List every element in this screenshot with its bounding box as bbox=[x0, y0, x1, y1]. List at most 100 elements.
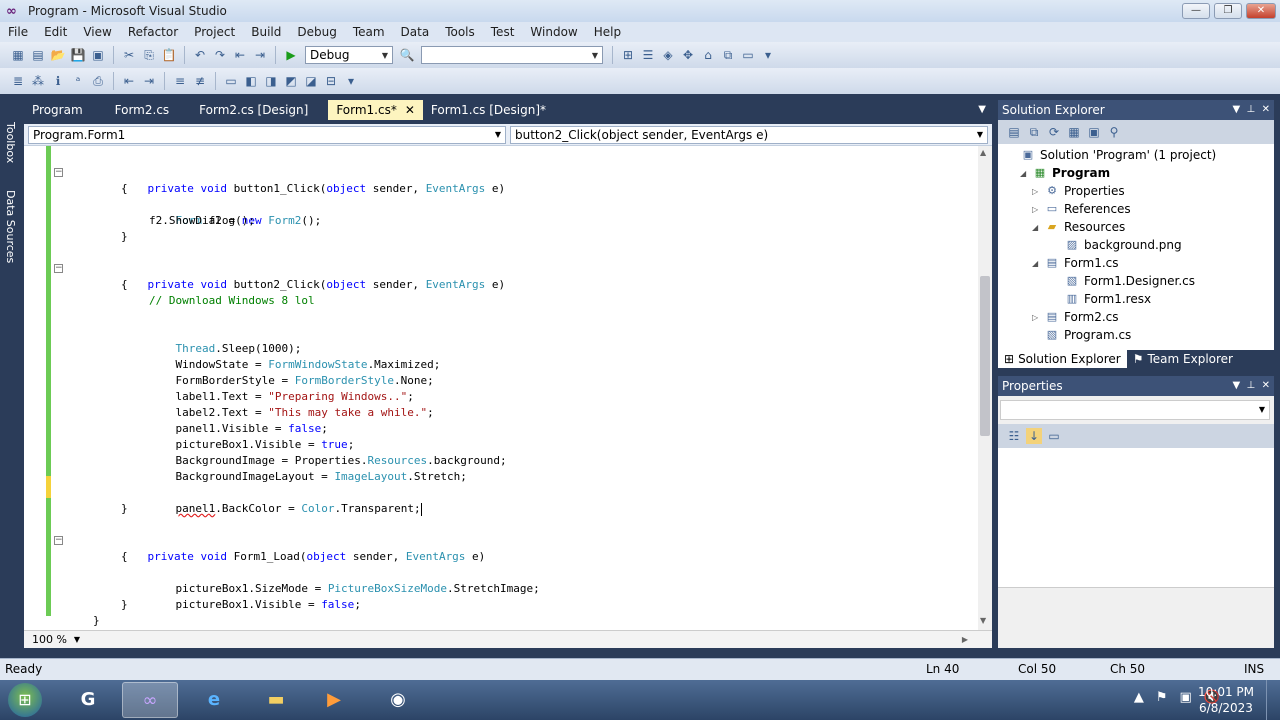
paste-icon[interactable]: 📋 bbox=[161, 47, 177, 63]
word-completion-icon[interactable]: ᵃ bbox=[70, 73, 86, 89]
next-bookmark-in-folder-icon[interactable]: ◪ bbox=[303, 73, 319, 89]
save-all-icon[interactable]: ▣ bbox=[90, 47, 106, 63]
menu-window[interactable]: Window bbox=[522, 25, 585, 39]
extension-manager-icon[interactable]: ⧉ bbox=[720, 47, 736, 63]
network-icon[interactable]: ▣ bbox=[1180, 690, 1192, 705]
tree-item[interactable]: ◢ ▰ Resources bbox=[1032, 218, 1125, 236]
toolbox-icon[interactable]: ✥ bbox=[680, 47, 696, 63]
copy-icon[interactable]: ⎘ bbox=[141, 47, 157, 63]
tree-item[interactable]: ▧ Program.cs bbox=[1032, 326, 1132, 344]
comment-lines-icon[interactable]: ≡ bbox=[172, 73, 188, 89]
show-desktop-button[interactable] bbox=[1266, 680, 1280, 720]
properties-icon[interactable]: ▤ bbox=[1006, 124, 1022, 140]
tab-program[interactable]: Program bbox=[24, 100, 91, 120]
previous-bookmark-icon[interactable]: ◧ bbox=[243, 73, 259, 89]
toolbox-tab[interactable]: Toolbox bbox=[3, 122, 17, 163]
start-debugging-icon[interactable]: ▶ bbox=[283, 47, 299, 63]
navigate-backward-icon[interactable]: ⇤ bbox=[232, 47, 248, 63]
menu-view[interactable]: View bbox=[75, 25, 119, 39]
tab-form2-design[interactable]: Form2.cs [Design] bbox=[191, 100, 316, 120]
tree-item[interactable]: ▷ ⚙ Properties bbox=[1032, 182, 1125, 200]
clock[interactable]: 10:01 PM 6/8/2023 bbox=[1198, 684, 1254, 716]
collapse-region-icon[interactable]: − bbox=[54, 264, 63, 273]
collapse-region-icon[interactable]: − bbox=[54, 536, 63, 545]
quick-info-icon[interactable]: ℹ bbox=[50, 73, 66, 89]
increase-indent-icon[interactable]: ⇥ bbox=[141, 73, 157, 89]
data-sources-tab[interactable]: Data Sources bbox=[3, 190, 17, 263]
tab-form2-cs[interactable]: Form2.cs bbox=[107, 100, 178, 120]
panel-controls[interactable]: ▼ ⊥ ✕ bbox=[1233, 376, 1271, 396]
parameter-info-icon[interactable]: ⁂ bbox=[30, 73, 46, 89]
save-icon[interactable]: 💾 bbox=[70, 47, 86, 63]
code-editor[interactable]: − − − private void button1_Click(object … bbox=[24, 146, 992, 630]
new-project-icon[interactable]: ▦ bbox=[10, 47, 26, 63]
view-code-icon[interactable]: ▦ bbox=[1066, 124, 1082, 140]
action-center-flag-icon[interactable]: ⚑ bbox=[1156, 690, 1168, 705]
tree-item[interactable]: ▷ ▭ References bbox=[1032, 200, 1131, 218]
view-class-diagram-icon[interactable]: ⚲ bbox=[1106, 124, 1122, 140]
redo-icon[interactable]: ↷ bbox=[212, 47, 228, 63]
tree-item[interactable]: ◢ ▤ Form1.cs bbox=[1032, 254, 1119, 272]
tree-item[interactable]: ▨ background.png bbox=[1052, 236, 1182, 254]
toolbar-overflow-icon[interactable]: ▾ bbox=[760, 47, 776, 63]
tab-form1-cs[interactable]: Form1.cs* ✕ bbox=[328, 100, 423, 120]
tab-team-explorer[interactable]: ⚑ Team Explorer bbox=[1127, 350, 1239, 368]
maximize-button[interactable]: ❐ bbox=[1214, 3, 1242, 19]
property-grid[interactable] bbox=[998, 448, 1274, 588]
tree-expander-icon[interactable]: ▷ bbox=[1032, 313, 1044, 322]
tab-dropdown-icon[interactable]: ▼ bbox=[978, 104, 986, 115]
panel-controls[interactable]: ▼ ⊥ ✕ bbox=[1233, 100, 1271, 120]
vertical-scrollbar[interactable]: ▲ ▼ bbox=[978, 146, 992, 630]
menu-help[interactable]: Help bbox=[586, 25, 629, 39]
taskbar-g-app-icon[interactable]: G bbox=[60, 682, 116, 718]
previous-bookmark-in-folder-icon[interactable]: ◩ bbox=[283, 73, 299, 89]
show-hidden-icons-icon[interactable]: ▲ bbox=[1134, 690, 1144, 705]
menu-build[interactable]: Build bbox=[243, 25, 289, 39]
tree-expander-icon[interactable]: ▷ bbox=[1032, 187, 1044, 196]
taskbar-visual-studio-icon[interactable]: ∞ bbox=[122, 682, 178, 718]
scroll-right-icon[interactable]: ▶ bbox=[962, 635, 968, 644]
tab-form1-design[interactable]: Form1.cs [Design]* bbox=[423, 100, 554, 120]
tree-expander-icon[interactable]: ◢ bbox=[1032, 223, 1044, 232]
taskbar-chrome-icon[interactable]: ◉ bbox=[370, 682, 426, 718]
menu-edit[interactable]: Edit bbox=[36, 25, 75, 39]
add-item-icon[interactable]: ▤ bbox=[30, 47, 46, 63]
scroll-down-icon[interactable]: ▼ bbox=[980, 616, 986, 625]
scroll-up-icon[interactable]: ▲ bbox=[980, 148, 986, 157]
menu-test[interactable]: Test bbox=[483, 25, 523, 39]
tree-item[interactable]: ▷ ▤ Form2.cs bbox=[1032, 308, 1119, 326]
next-bookmark-icon[interactable]: ◨ bbox=[263, 73, 279, 89]
tree-expander-icon[interactable]: ◢ bbox=[1020, 169, 1032, 178]
taskbar-internet-explorer-icon[interactable]: e bbox=[186, 682, 242, 718]
menu-refactor[interactable]: Refactor bbox=[120, 25, 186, 39]
menu-tools[interactable]: Tools bbox=[437, 25, 483, 39]
toolbar-overflow-icon[interactable]: ▾ bbox=[343, 73, 359, 89]
show-all-files-icon[interactable]: ⧉ bbox=[1026, 124, 1042, 140]
object-selector-combo[interactable]: ▼ bbox=[1000, 400, 1270, 420]
toggle-bookmark-icon[interactable]: ▭ bbox=[223, 73, 239, 89]
alphabetical-icon[interactable]: ↓ bbox=[1026, 428, 1042, 444]
taskbar-media-player-icon[interactable]: ▶ bbox=[306, 682, 362, 718]
tree-expander-icon[interactable]: ▷ bbox=[1032, 205, 1044, 214]
solution-configuration-combo[interactable]: Debug ▼ bbox=[305, 46, 393, 64]
tab-solution-explorer[interactable]: ⊞ Solution Explorer bbox=[998, 350, 1127, 368]
scrollbar-thumb[interactable] bbox=[980, 276, 990, 436]
view-designer-icon[interactable]: ▣ bbox=[1086, 124, 1102, 140]
member-navigation-combo[interactable]: button2_Click(object sender, EventArgs e… bbox=[510, 125, 988, 144]
taskbar-explorer-icon[interactable]: ▬ bbox=[248, 682, 304, 718]
menu-team[interactable]: Team bbox=[345, 25, 393, 39]
menu-data[interactable]: Data bbox=[393, 25, 438, 39]
open-file-icon[interactable]: 📂 bbox=[50, 47, 66, 63]
start-page-icon[interactable]: ⌂ bbox=[700, 47, 716, 63]
display-word-icon[interactable]: ⎙ bbox=[90, 73, 106, 89]
uncomment-lines-icon[interactable]: ≢ bbox=[192, 73, 208, 89]
navigate-forward-icon[interactable]: ⇥ bbox=[252, 47, 268, 63]
properties-window-icon[interactable]: ☰ bbox=[640, 47, 656, 63]
start-button[interactable]: ⊞ bbox=[8, 683, 42, 717]
minimize-button[interactable]: — bbox=[1182, 3, 1210, 19]
close-tab-icon[interactable]: ✕ bbox=[405, 100, 415, 120]
find-combo[interactable]: ▼ bbox=[421, 46, 603, 64]
collapse-region-icon[interactable]: − bbox=[54, 168, 63, 177]
class-navigation-combo[interactable]: Program.Form1 ▼ bbox=[28, 125, 506, 144]
menu-debug[interactable]: Debug bbox=[289, 25, 344, 39]
